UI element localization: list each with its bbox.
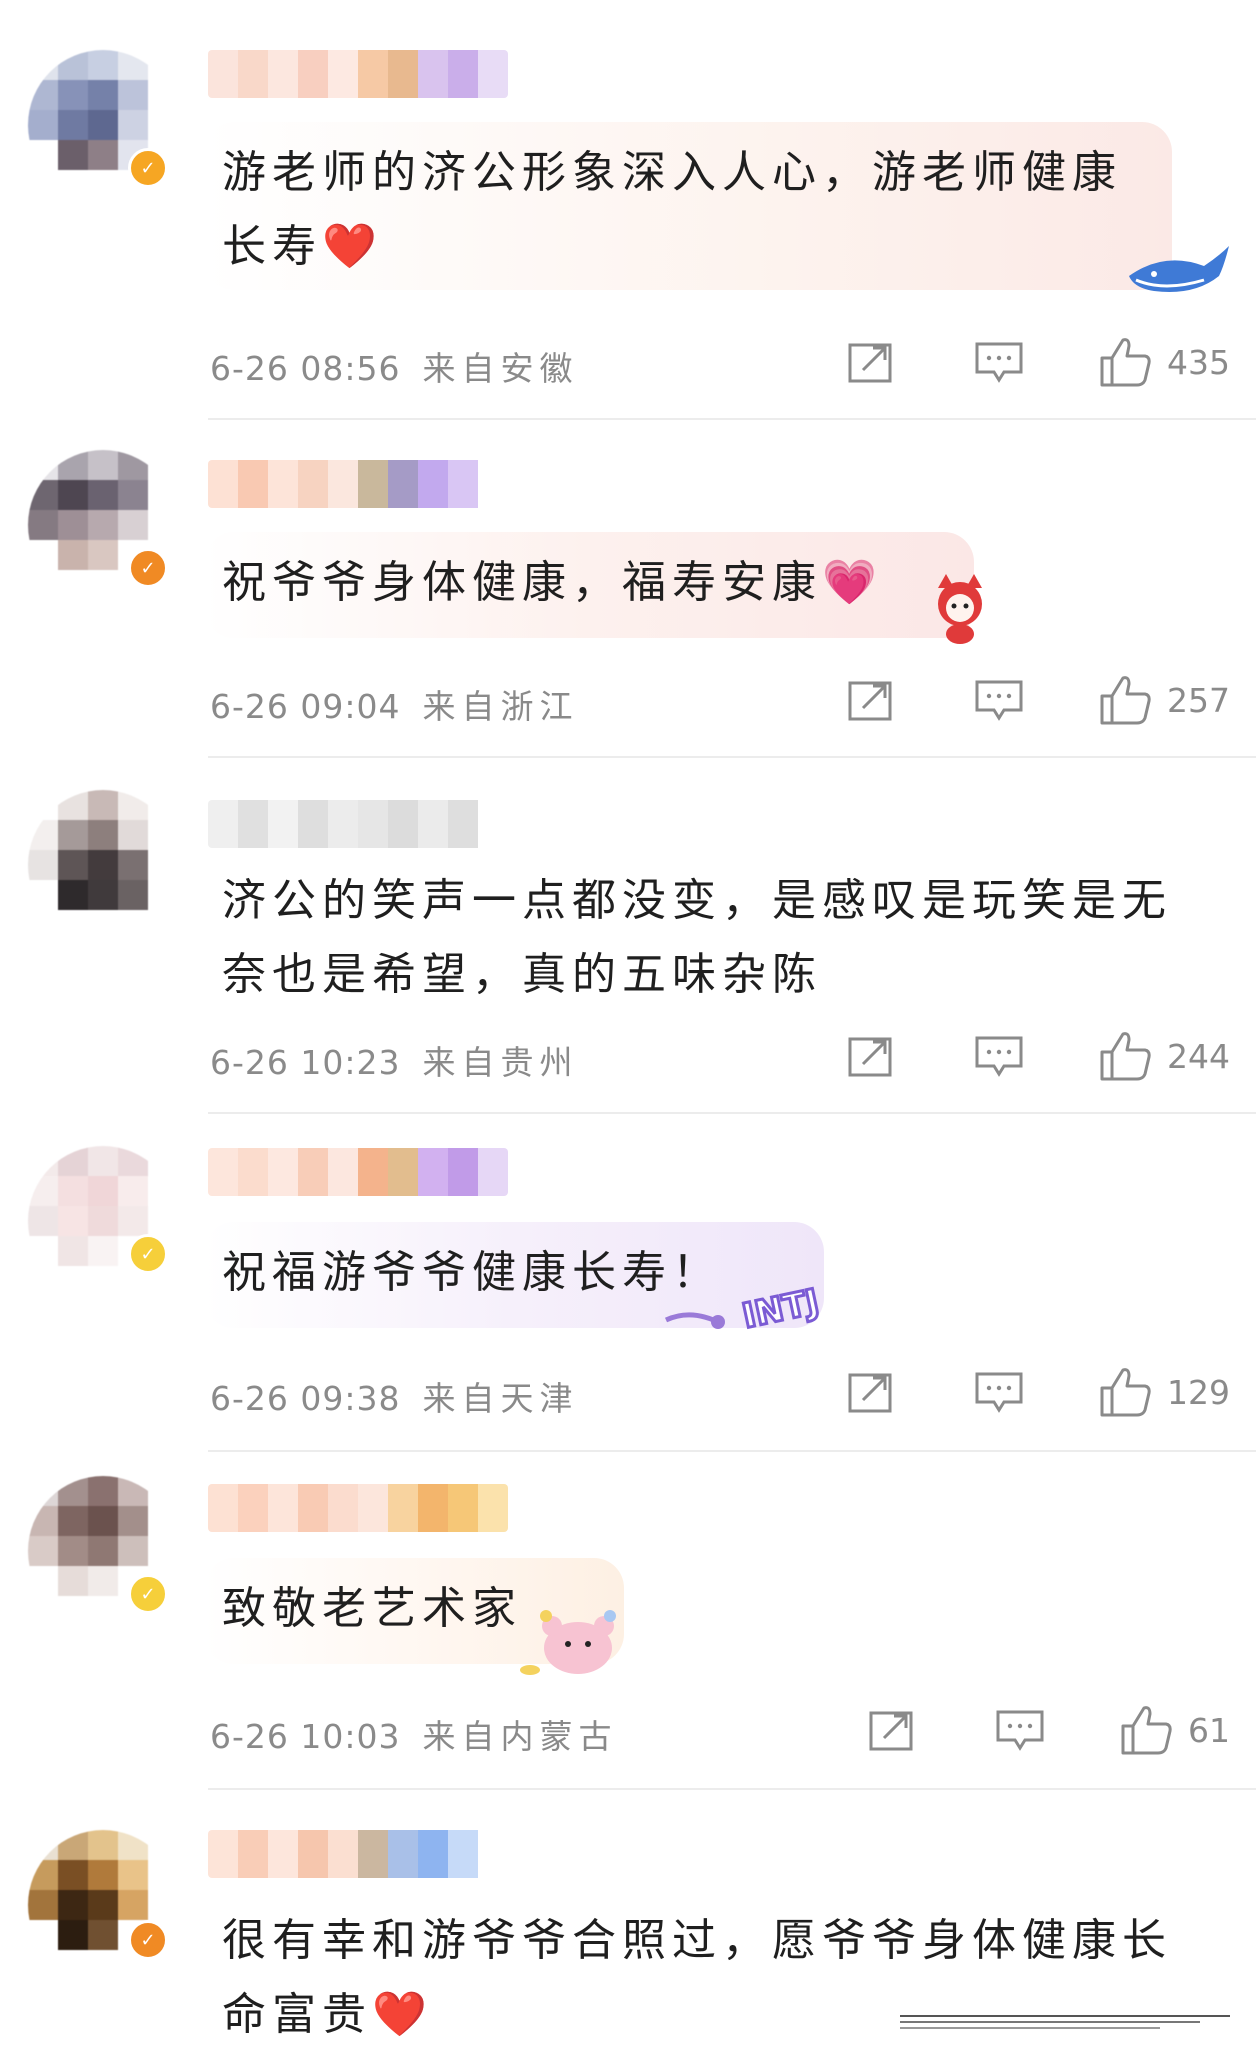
share-icon xyxy=(848,1037,892,1077)
comment-meta: 6-26 09:04 来自浙江 xyxy=(210,680,579,728)
like-count: 129 xyxy=(1167,1372,1230,1412)
like-count: 61 xyxy=(1188,1710,1230,1750)
avatar[interactable] xyxy=(28,790,178,940)
comment-bubble: 祝爷爷身体健康，福寿安康💗 xyxy=(204,532,974,638)
avatar[interactable] xyxy=(28,1146,178,1296)
thumbs-up-icon xyxy=(1100,338,1151,387)
comment-text: 祝爷爷身体健康，福寿安康 xyxy=(222,557,822,608)
scroll-lines-icon xyxy=(900,2012,1230,2036)
share-button[interactable] xyxy=(841,1370,901,1414)
share-button[interactable] xyxy=(841,340,901,384)
divider xyxy=(208,418,1256,420)
reply-button[interactable] xyxy=(969,678,1029,722)
location: 来自内蒙古 xyxy=(422,1717,618,1756)
share-icon xyxy=(848,681,892,721)
location: 来自天津 xyxy=(422,1379,579,1418)
divider xyxy=(208,1450,1256,1452)
comment-actions: 129 xyxy=(841,1362,1230,1422)
comment-actions: 61 xyxy=(862,1700,1230,1760)
thumbs-up-icon xyxy=(1100,1368,1151,1417)
like-button[interactable]: 244 xyxy=(1099,1030,1230,1082)
like-button[interactable]: 129 xyxy=(1099,1366,1230,1418)
intj-sticker: INTJ xyxy=(662,1268,842,1342)
heart-emoji: 💗 xyxy=(822,557,883,608)
comment-meta: 6-26 08:56 来自安徽 xyxy=(210,342,579,390)
comment-icon xyxy=(975,1036,1023,1077)
timestamp: 6-26 09:04 xyxy=(210,687,401,726)
like-button[interactable]: 257 xyxy=(1099,674,1230,726)
like-count: 257 xyxy=(1167,680,1230,720)
share-icon xyxy=(848,1373,892,1413)
heart-emoji: ❤️ xyxy=(372,1989,433,2040)
verified-badge-icon: ✓ xyxy=(128,1920,168,1960)
reply-button[interactable] xyxy=(969,1034,1029,1078)
comment-bubble: 济公的笑声一点都没变，是感叹是玩笑是无奈也是希望，真的五味杂陈 xyxy=(204,850,1204,1010)
timestamp: 6-26 08:56 xyxy=(210,349,401,388)
username-redacted[interactable] xyxy=(208,1830,508,1878)
comment-actions: 244 xyxy=(841,1026,1230,1086)
username-redacted[interactable] xyxy=(208,800,508,848)
username-redacted[interactable] xyxy=(208,1484,508,1532)
reply-button[interactable] xyxy=(969,1370,1029,1414)
bear-sticker-icon xyxy=(518,1600,638,1684)
thumbs-up-icon xyxy=(1100,1032,1151,1081)
location: 来自安徽 xyxy=(422,349,579,388)
timestamp: 6-26 09:38 xyxy=(210,1379,401,1418)
comment-meta: 6-26 09:38 来自天津 xyxy=(210,1372,579,1420)
verified-badge-icon: ✓ xyxy=(128,148,168,188)
verified-badge-icon: ✓ xyxy=(128,548,168,588)
username-redacted[interactable] xyxy=(208,460,508,508)
share-button[interactable] xyxy=(841,678,901,722)
comment-icon xyxy=(975,680,1023,721)
divider xyxy=(208,1112,1256,1114)
timestamp: 6-26 10:03 xyxy=(210,1717,401,1756)
comment-bubble: 游老师的济公形象深入人心，游老师健康长寿❤️ xyxy=(204,122,1172,290)
verified-badge-icon: ✓ xyxy=(128,1234,168,1274)
heart-emoji: ❤️ xyxy=(322,221,383,272)
comment-icon xyxy=(975,1372,1023,1413)
whale-sticker-icon xyxy=(1124,236,1234,310)
divider xyxy=(208,756,1256,758)
comment-text: 祝福游爷爷健康长寿！ xyxy=(222,1247,722,1298)
location: 来自贵州 xyxy=(422,1043,579,1082)
comment-meta: 6-26 10:23 来自贵州 xyxy=(210,1036,579,1084)
like-button[interactable]: 435 xyxy=(1099,336,1230,388)
comment-icon xyxy=(996,1710,1044,1751)
share-button[interactable] xyxy=(862,1708,922,1752)
comment-actions: 435 xyxy=(841,332,1230,392)
reply-button[interactable] xyxy=(969,340,1029,384)
share-icon xyxy=(848,343,892,383)
like-count: 244 xyxy=(1167,1036,1230,1076)
timestamp: 6-26 10:23 xyxy=(210,1043,401,1082)
fox-sticker-icon xyxy=(920,572,1000,652)
thumbs-up-icon xyxy=(1100,676,1151,725)
reply-button[interactable] xyxy=(990,1708,1050,1752)
location: 来自浙江 xyxy=(422,687,579,726)
share-icon xyxy=(869,1711,913,1751)
comment-meta: 6-26 10:03 来自内蒙古 xyxy=(210,1710,618,1758)
divider xyxy=(208,1788,1256,1790)
username-redacted[interactable] xyxy=(208,50,508,98)
intj-sticker-label: INTJ xyxy=(739,1282,823,1337)
thumbs-up-icon xyxy=(1121,1706,1172,1755)
share-button[interactable] xyxy=(841,1034,901,1078)
like-button[interactable]: 61 xyxy=(1120,1704,1230,1756)
comment-icon xyxy=(975,342,1023,383)
comment-text: 致敬老艺术家 xyxy=(222,1583,522,1634)
username-redacted[interactable] xyxy=(208,1148,508,1196)
comment-text: 济公的笑声一点都没变，是感叹是玩笑是无奈也是希望，真的五味杂陈 xyxy=(222,875,1172,1000)
verified-badge-icon: ✓ xyxy=(128,1574,168,1614)
comment-actions: 257 xyxy=(841,670,1230,730)
like-count: 435 xyxy=(1167,342,1230,382)
